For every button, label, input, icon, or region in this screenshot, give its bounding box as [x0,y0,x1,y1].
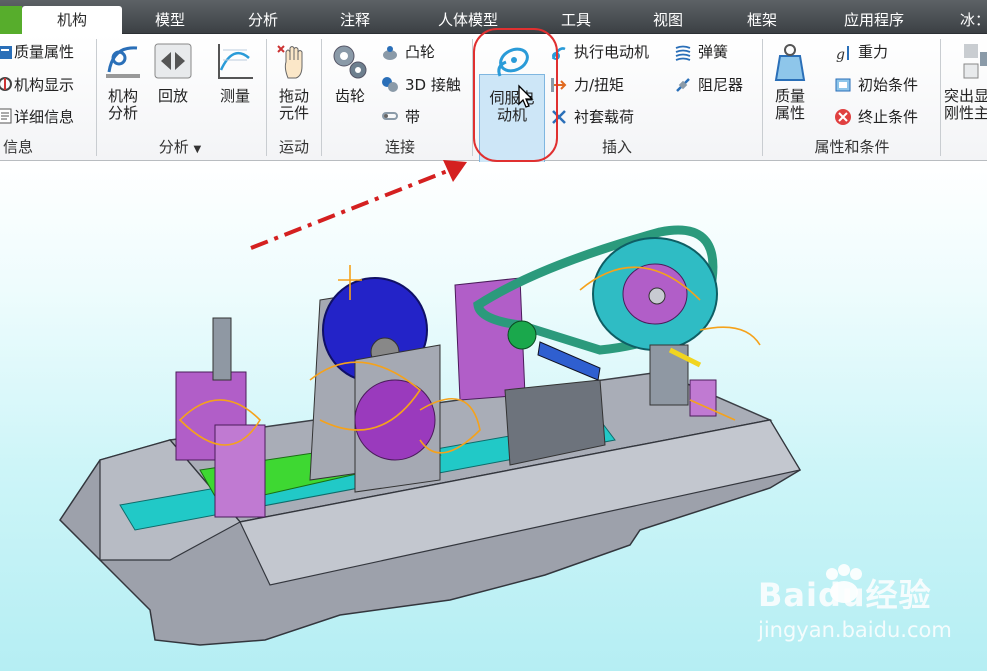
playback-icon [154,43,192,79]
group-divider [266,39,267,156]
tab-ice[interactable]: 冰： [955,6,987,34]
hand-drag-icon [277,45,303,79]
red-highlight-circle [473,28,558,162]
gravity-icon: g [836,46,849,62]
mechanism-analysis-icon [106,46,140,78]
mass-properties-line2: 属性 [774,104,805,122]
group-label-info: 信息 [2,138,33,156]
group-label-insert: 插入 [601,138,632,156]
chevron-down-icon: ▼ [193,144,202,155]
group-label-analysis[interactable]: 分析 ▼ [140,137,220,160]
spring-icon [675,45,691,61]
cam-icon [383,46,397,60]
mechanism-display-item[interactable]: 机构显示 [14,76,74,94]
red-arrow-annotation [250,160,467,250]
tab-view[interactable]: 视图 [637,6,699,34]
drag-components-line1: 拖动 [278,87,309,105]
gears-button[interactable]: 齿轮 [326,40,374,105]
tab-analysis[interactable]: 分析 [228,6,298,34]
gravity-item[interactable]: 重力 [858,43,888,61]
spring-item[interactable]: 弹簧 [698,43,728,61]
measure-button[interactable]: 测量 [212,40,258,105]
weight-icon [774,44,806,81]
playback-button[interactable]: 回放 [152,40,194,105]
belt-item[interactable]: 带 [405,108,420,126]
gears-label: 齿轮 [334,87,365,105]
tab-edge-accent [0,6,22,34]
highlight-rigid-line1: 突出显 [944,87,987,105]
details-icon [0,108,12,124]
group-divider [940,39,941,156]
mechanism-analysis-line1: 机构 [107,87,138,105]
damper-item[interactable]: 阻尼器 [698,76,743,94]
purple-gear [354,379,436,461]
group-divider [96,39,97,156]
tab-frame[interactable]: 框架 [731,6,793,34]
bushing-load-item[interactable]: 衬套载荷 [574,108,634,126]
mass-properties-button[interactable]: 质量 属性 [766,40,814,122]
cam-item[interactable]: 凸轮 [405,43,435,61]
termination-icon [835,109,851,125]
gears-icon [333,45,367,79]
baidu-watermark: Baidu经验 jingyan.baidu.com [758,564,952,642]
initial-conditions-item[interactable]: 初始条件 [858,76,918,94]
pulley-axle [648,287,666,305]
watermark-url: jingyan.baidu.com [758,618,952,642]
measure-icon [218,44,253,79]
damper-icon [676,78,690,92]
termination-item[interactable]: 终止条件 [858,108,918,126]
mechanism-analysis-line2: 分析 [107,104,138,122]
tab-mechanism[interactable]: 机构 [22,6,122,34]
graphics-viewport[interactable]: Baidu经验 jingyan.baidu.com [0,160,987,671]
group-label-properties: 属性和条件 [814,138,890,156]
force-torque-item[interactable]: 力/扭矩 [574,76,624,94]
details-item[interactable]: 详细信息 [14,108,74,126]
svg-text:g: g [836,47,845,62]
tab-tools[interactable]: 工具 [545,6,607,34]
mechanism-display-icon [0,77,12,91]
highlight-rigid-line2: 刚性主 [944,104,987,122]
mass-properties-item[interactable]: 质量属性 [14,43,74,61]
drag-components-button[interactable]: 拖动 元件 [272,40,316,122]
measure-label: 测量 [219,87,250,105]
highlight-rigid-icon [963,44,987,79]
mass-properties-line1: 质量 [774,87,805,105]
tab-applications[interactable]: 应用程序 [826,6,922,34]
3d-contact-item[interactable]: 3D 接触 [405,76,461,94]
playback-label: 回放 [157,87,188,105]
tab-annotate[interactable]: 注释 [320,6,390,34]
drag-components-line2: 元件 [278,104,309,122]
force-motor-item[interactable]: 执行电动机 [574,43,649,61]
mechanism-analysis-button[interactable]: 机构 分析 [100,40,146,122]
vertical-shaft [212,317,232,381]
analysis-group-text: 分析 [158,138,189,156]
group-divider [762,39,763,156]
purple-block-front [214,424,266,518]
small-gear-green [507,320,537,350]
3d-contact-icon [382,77,398,92]
highlight-rigid-button[interactable]: 突出显 刚性主 [944,40,987,122]
belt-icon [382,112,398,120]
group-divider [321,39,322,156]
watermark-brand: Baidu经验 [758,576,932,614]
initial-conditions-icon [835,78,851,92]
tab-model[interactable]: 模型 [135,6,205,34]
mass-properties-icon [0,46,12,59]
